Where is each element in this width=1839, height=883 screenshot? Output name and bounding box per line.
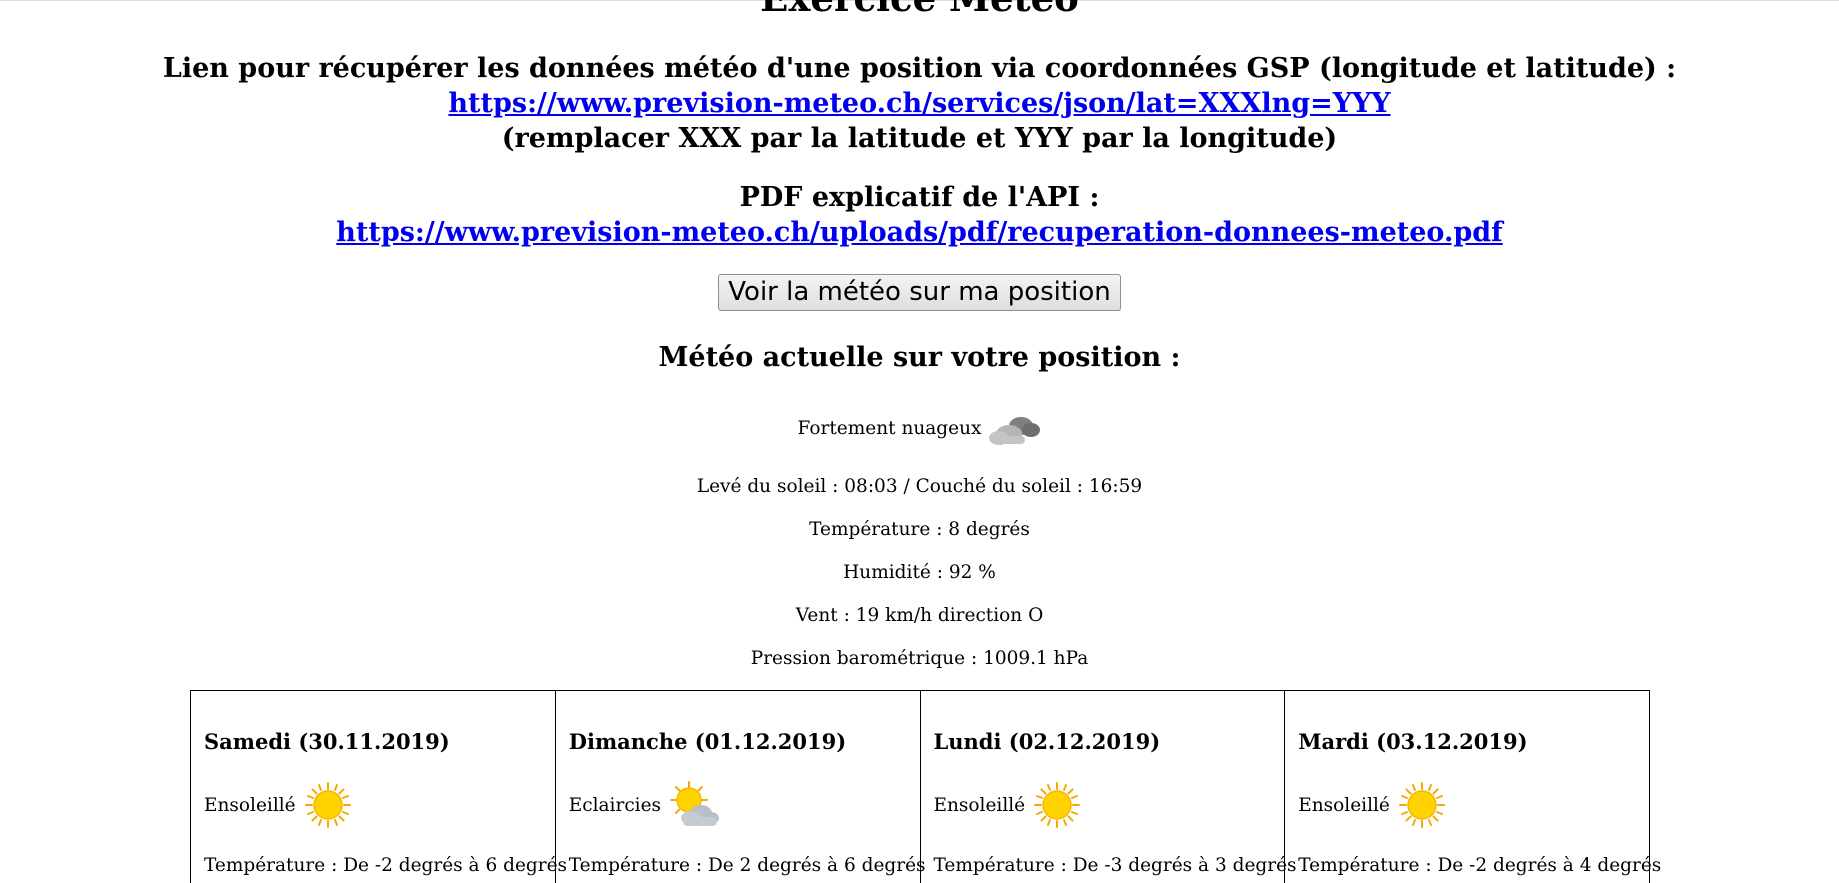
button-row: Voir la météo sur ma position <box>0 274 1839 311</box>
api-link-intro: Lien pour récupérer les données météo d'… <box>162 53 1677 84</box>
sun-times: Levé du soleil : 08:03 / Couché du solei… <box>696 476 1143 497</box>
sun-icon <box>304 782 351 828</box>
forecast-day: Mardi (03.12.2019) Ensoleillé Températur… <box>1285 691 1661 883</box>
forecast-day-temperature: Température : De -3 degrés à 3 degrés <box>933 855 1297 876</box>
heavy-clouds-icon <box>989 417 1041 445</box>
forecast-day-title: Mardi (03.12.2019) <box>1298 729 1528 754</box>
current-condition-text: Fortement nuageux <box>797 418 982 439</box>
forecast-condition-text: Ensoleillé <box>933 794 1026 816</box>
current-wind: Vent : 19 km/h direction O <box>795 605 1044 626</box>
forecast-day-title: Dimanche (01.12.2019) <box>568 729 847 754</box>
forecast-condition-text: Ensoleillé <box>1298 794 1390 816</box>
api-link-hint: (remplacer XXX par la latitude et YYY pa… <box>501 123 1338 154</box>
pdf-label: PDF explicatif de l'API : <box>739 182 1100 213</box>
forecast-day-title: Samedi (30.11.2019) <box>204 729 450 754</box>
current-temperature: Température : 8 degrés <box>809 519 1030 540</box>
forecast-day-condition: Ensoleillé <box>204 781 352 829</box>
api-link-row: https://www.prevision-meteo.ch/services/… <box>0 86 1839 121</box>
forecast-day-condition: Eclaircies <box>569 781 721 829</box>
current-condition-row: Fortement nuageux <box>0 412 1839 446</box>
forecast-table: Samedi (30.11.2019) Ensoleillé Températu… <box>190 690 1661 883</box>
forecast-day: Dimanche (01.12.2019) Eclaircies Tempéra… <box>556 691 926 883</box>
pdf-link[interactable]: https://www.prevision-meteo.ch/uploads/p… <box>336 217 1502 248</box>
current-weather-heading: Météo actuelle sur votre position : <box>658 342 1181 373</box>
forecast-day-condition: Ensoleillé <box>934 781 1082 829</box>
sun-cloud-icon <box>670 781 720 826</box>
sun-icon <box>1398 782 1445 828</box>
forecast-day-temperature: Température : De -2 degrés à 6 degrés <box>204 855 568 876</box>
forecast-day-temperature: Température : De -2 degrés à 4 degrés <box>1298 855 1662 876</box>
api-url-link[interactable]: https://www.prevision-meteo.ch/services/… <box>448 88 1390 119</box>
forecast-condition-text: Ensoleillé <box>204 794 296 816</box>
forecast-day-condition: Ensoleillé <box>1298 781 1446 829</box>
forecast-day-temperature: Température : De 2 degrés à 6 degrés <box>568 855 926 876</box>
forecast-day-title: Lundi (02.12.2019) <box>933 729 1161 754</box>
forecast-condition-text: Eclaircies <box>568 794 662 816</box>
current-humidity: Humidité : 92 % <box>843 562 996 583</box>
sun-icon <box>1034 782 1081 828</box>
pdf-link-row: https://www.prevision-meteo.ch/uploads/p… <box>0 215 1839 250</box>
show-weather-button[interactable]: Voir la météo sur ma position <box>718 274 1121 311</box>
forecast-day: Samedi (30.11.2019) Ensoleillé Températu… <box>191 691 567 883</box>
page: Exercice Météo Lien pour récupérer les d… <box>0 0 1839 883</box>
current-pressure: Pression barométrique : 1009.1 hPa <box>750 648 1089 669</box>
page-title: Exercice Météo <box>0 0 1839 18</box>
forecast-day: Lundi (02.12.2019) Ensoleillé Températur… <box>921 691 1297 883</box>
